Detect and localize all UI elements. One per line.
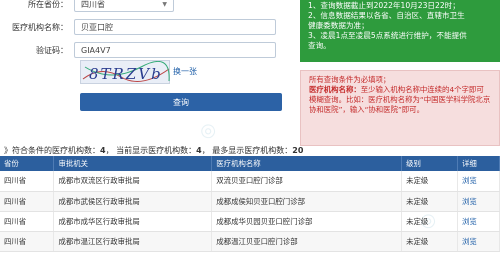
requirement-text: 医疗机构名称：至少输入机构名称中连续的4个字即可模糊查询。比如：医疗机构名称为“… [309, 85, 491, 115]
notice-line: 3、凌晨1点至凌晨5点系统进行维护，不能提供 [308, 31, 467, 40]
notice-box: 1、查询数据截止到2022年10月23日22时； 2、信息数据结果以各省、自治区… [300, 0, 500, 62]
cell-province: 四川省 [0, 171, 55, 192]
cell-authority: 成都市温江区行政审批局 [53, 231, 213, 252]
summary-mid: ， 当前显示医疗机构数： [105, 146, 197, 155]
summary-tail: ， 最多显示医疗机构数： [201, 146, 293, 155]
cell-level: 未定级 [401, 171, 458, 192]
results-table: 省份 审批机关 医疗机构名称 级别 详细 四川省 成都市双流区行政审批局 双流贝… [0, 156, 500, 252]
cell-level: 未定级 [401, 191, 458, 212]
cell-name: 成都成侯知贝亚口腔门诊部 [211, 191, 403, 212]
header-detail: 详细 [457, 156, 500, 171]
summary-prefix: 》符合条件的医疗机构数： [4, 146, 100, 155]
name-row: 医疗机构名称： 贝亚口腔 [0, 19, 276, 35]
detail-link[interactable]: 浏览 [457, 191, 500, 212]
captcha-input[interactable]: GIA4V7 [74, 42, 276, 58]
notice-line: 健康委数据为准； [308, 21, 369, 30]
detail-link[interactable]: 浏览 [457, 231, 500, 252]
captcha-image: 8TRZVb [80, 60, 170, 84]
notice-line: 1、查询数据截止到2022年10月23日22时； [308, 1, 460, 10]
header-level: 级别 [401, 156, 458, 171]
result-summary: 》符合条件的医疗机构数：4， 当前显示医疗机构数：4， 最多显示医疗机构数：20 [4, 145, 500, 156]
province-row: 所在省份： 四川省 ▼ [0, 0, 174, 12]
detail-link[interactable]: 浏览 [457, 171, 500, 192]
cell-name: 成都温江贝亚口腔门诊部 [211, 231, 403, 252]
cell-level: 未定级 [401, 231, 458, 252]
captcha-input-value: GIA4V7 [81, 45, 111, 55]
province-value: 四川省 [81, 0, 105, 9]
requirement-box: 所有查询条件为必填项； 医疗机构名称：至少输入机构名称中连续的4个字即可模糊查询… [300, 70, 500, 146]
captcha-text: 8TRZVb [89, 65, 163, 83]
table-row: 四川省 成都市武侯区行政审批局 成都成侯知贝亚口腔门诊部 未定级 浏览 [0, 191, 500, 212]
cell-authority: 成都市武侯区行政审批局 [53, 191, 213, 212]
cell-name: 成都成华贝园贝亚口腔门诊部 [211, 211, 403, 232]
requirement-intro: 所有查询条件为必填项； [309, 75, 391, 84]
cell-province: 四川省 [0, 211, 55, 232]
detail-link[interactable]: 浏览 [457, 211, 500, 232]
cell-authority: 成都市双流区行政审批局 [53, 171, 213, 192]
requirement-bold: 医疗机构名称： [309, 85, 361, 94]
code-row: 验证码： GIA4V7 [0, 42, 276, 58]
cell-province: 四川省 [0, 231, 55, 252]
code-label: 验证码： [36, 45, 68, 55]
province-select[interactable]: 四川省 ▼ [74, 0, 174, 12]
cell-level: 未定级 [401, 211, 458, 232]
name-label: 医疗机构名称： [12, 22, 68, 32]
max-count: 20 [292, 146, 304, 155]
cell-authority: 成都市成华区行政审批局 [53, 211, 213, 232]
header-province: 省份 [0, 156, 55, 171]
notice-line: 2、信息数据结果以各省、自治区、直辖市卫生 [308, 11, 465, 20]
province-label: 所在省份： [28, 0, 68, 9]
refresh-captcha-link[interactable]: 换一张 [173, 66, 197, 77]
cell-name: 双流贝亚口腔门诊部 [211, 171, 403, 192]
institution-name-value: 贝亚口腔 [81, 22, 113, 32]
query-button[interactable]: 查询 [80, 93, 282, 111]
table-header-row: 省份 审批机关 医疗机构名称 级别 详细 [0, 156, 500, 171]
chevron-down-icon: ▼ [162, 0, 167, 8]
institution-name-input[interactable]: 贝亚口腔 [74, 19, 276, 35]
header-name: 医疗机构名称 [211, 156, 403, 171]
table-row: 四川省 成都市双流区行政审批局 双流贝亚口腔门诊部 未定级 浏览 [0, 171, 500, 192]
table-row: 四川省 成都市成华区行政审批局 成都成华贝园贝亚口腔门诊部 未定级 浏览 [0, 211, 500, 232]
notice-line: 查询。 [308, 41, 331, 50]
watermark: ◎ [196, 117, 219, 144]
header-authority: 审批机关 [53, 156, 213, 171]
cell-province: 四川省 [0, 191, 55, 212]
table-row: 四川省 成都市温江区行政审批局 成都温江贝亚口腔门诊部 未定级 浏览 [0, 231, 500, 252]
